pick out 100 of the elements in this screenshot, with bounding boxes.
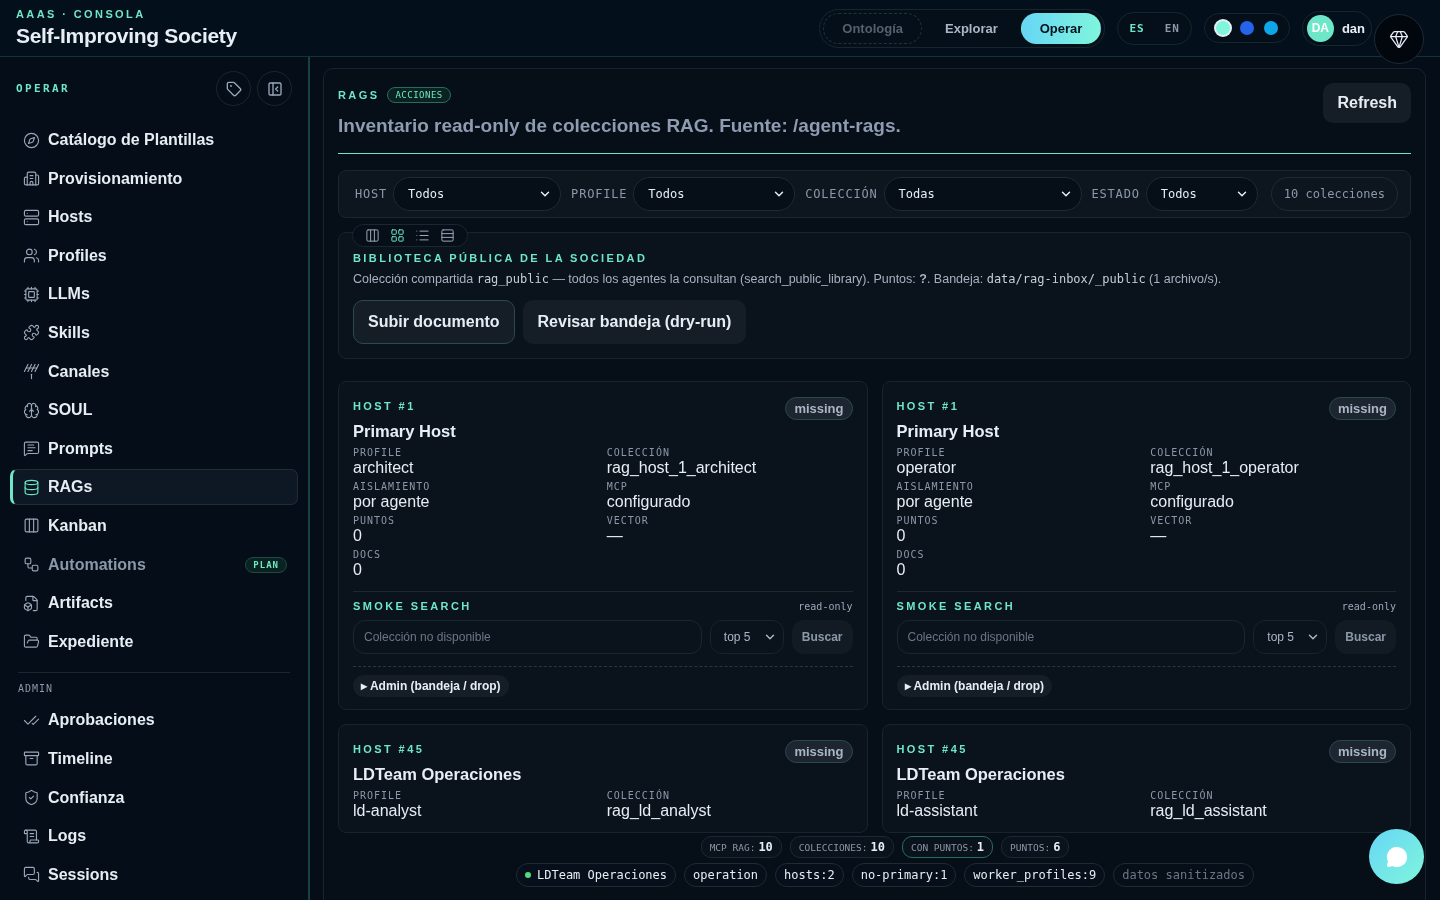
field-label: MCP [606, 481, 628, 492]
sidebar-item[interactable]: Logs [10, 818, 298, 855]
filter-label: ESTADO [1091, 187, 1140, 201]
puzzle-icon [23, 324, 40, 342]
sidebar-item[interactable]: Sessions [10, 856, 298, 893]
field-value: ld-assistant [896, 802, 978, 820]
sidebar-item[interactable]: Expediente [10, 623, 298, 660]
field-label: COLECCIÓN [1150, 790, 1214, 801]
message-icon [23, 440, 40, 458]
field-label: AISLAMIENTO [353, 481, 431, 492]
refresh-button[interactable]: Refresh [1323, 83, 1411, 123]
tag-icon [225, 80, 242, 97]
chat-bubble-icon [1385, 845, 1408, 868]
filter-dropdown[interactable]: Todos [393, 177, 562, 211]
stat-chip: PUNTOS: 6 [1001, 836, 1070, 858]
search-field[interactable]: Colección no disponible [896, 620, 1246, 654]
sidebar-item[interactable]: Artifacts [10, 585, 298, 622]
sidebar-item[interactable]: Prompts [10, 430, 298, 467]
plan-badge: PLAN [245, 556, 287, 573]
field-value: architect [353, 459, 414, 477]
host-name: Primary Host [896, 422, 1000, 441]
sidebar-item[interactable]: Aprobaciones [10, 702, 298, 739]
search-button[interactable]: Buscar [1335, 620, 1396, 654]
grid-icon [390, 228, 405, 243]
field-label: AISLAMIENTO [896, 481, 974, 492]
library-button[interactable]: Revisar bandeja (dry-run) [522, 300, 747, 344]
sidebar-item[interactable]: Catálogo de Plantillas [10, 122, 298, 158]
status-badge: missing [1328, 397, 1396, 420]
sidebar-item[interactable]: Confianza [10, 779, 298, 816]
field-label: PUNTOS [896, 515, 939, 526]
sidebar-item[interactable]: Automations PLAN [10, 546, 298, 583]
sidebar-item[interactable]: Profiles [10, 237, 298, 274]
grid-view-button[interactable] [388, 228, 407, 243]
user-avatar: DA [1306, 14, 1334, 42]
sidebar-item[interactable]: SOUL [10, 392, 298, 429]
read-only-note: read-only [798, 601, 853, 612]
sidebar-item[interactable]: Provisionamiento [10, 160, 298, 197]
admin-toggle[interactable]: ▸ Admin (bandeja / drop) [353, 675, 509, 697]
field-value: por agente [353, 493, 430, 511]
host-label: HOST #1 [353, 400, 416, 412]
database-icon [23, 478, 40, 496]
field-label: COLECCIÓN [1150, 447, 1214, 458]
host-name: Primary Host [353, 422, 456, 441]
theme-swatch[interactable] [1239, 21, 1254, 35]
brain-icon [23, 401, 40, 419]
search-button[interactable]: Buscar [791, 620, 853, 654]
chip-text: worker_profiles:9 [973, 868, 1097, 882]
filter-dropdown[interactable]: Todos [1145, 177, 1258, 211]
sidebar-item[interactable]: Kanban [10, 507, 298, 544]
filter-dropdown[interactable]: Todas [883, 177, 1082, 211]
host-label: HOST #45 [353, 743, 425, 755]
language-button[interactable]: EN [1156, 15, 1188, 41]
field-value: 0 [353, 527, 362, 545]
sidebar-section-title: ADMIN [17, 683, 55, 695]
status-badge: missing [1328, 740, 1396, 763]
top-k-dropdown[interactable]: top 5 [709, 620, 784, 654]
chip-text: LDTeam Operaciones [537, 868, 668, 882]
sidebar-item[interactable]: Timeline [10, 740, 298, 777]
library-button[interactable]: Subir documento [353, 300, 515, 344]
field-value: configurado [606, 493, 691, 511]
library-description: Colección compartida rag_public — todos los agentes la consultan (search_public_library). Puntos: ?. Bandeja: data/rag-inbox/_public (1 archivo/s). [353, 272, 1223, 286]
theme-swatch[interactable] [1215, 21, 1230, 35]
top-k-dropdown[interactable]: top 5 [1253, 620, 1328, 654]
host-label: HOST #45 [896, 743, 968, 755]
server-icon [23, 208, 40, 226]
sidebar-item[interactable]: Hosts [10, 199, 298, 236]
sidebar-item[interactable]: RAGs [10, 469, 298, 506]
field-label: PROFILE [353, 790, 403, 801]
chip-text: datos sanitizados [1122, 868, 1245, 882]
list-view-button[interactable] [413, 228, 432, 243]
chip-icon [23, 285, 40, 303]
page-description: Inventario read-only de colecciones RAG. Fuente: /agent-rags. [338, 115, 901, 137]
field-label: VECTOR [1150, 515, 1193, 526]
rows-view-button[interactable] [438, 228, 457, 243]
nav-tab[interactable]: Operar [1020, 12, 1102, 44]
library-title: BIBLIOTECA PÚBLICA DE LA SOCIEDAD [353, 252, 648, 264]
field-label: PROFILE [896, 447, 946, 458]
user-name: dan [1341, 20, 1365, 36]
columns-icon [23, 517, 40, 535]
rows-icon [440, 228, 455, 243]
stat-chip: MCP RAG: 10 [700, 836, 782, 858]
console-eyebrow: AAAS · CONSOLA [16, 8, 147, 20]
section-eyebrow: RAGS [338, 89, 380, 101]
chip-text: operation [693, 868, 759, 882]
filter-label: HOST [355, 187, 388, 201]
antenna-icon [23, 363, 40, 381]
host-name: LDTeam Operaciones [353, 765, 522, 784]
sidebar-item[interactable]: LLMs [10, 276, 298, 313]
list-icon [415, 228, 430, 243]
columns-view-button[interactable] [363, 228, 382, 243]
search-field[interactable]: Colección no disponible [353, 620, 702, 654]
sidebar-item[interactable]: Canales [10, 353, 298, 390]
language-button[interactable]: ES [1121, 15, 1153, 41]
filter-dropdown[interactable]: Todos [633, 177, 796, 211]
field-value: 0 [353, 561, 362, 579]
admin-toggle[interactable]: ▸ Admin (bandeja / drop) [896, 675, 1053, 697]
field-value: rag_host_1_operator [1150, 459, 1299, 477]
nav-tab[interactable]: Explorar [926, 12, 1017, 44]
theme-swatch[interactable] [1263, 21, 1278, 35]
sidebar-item[interactable]: Skills [10, 314, 298, 351]
